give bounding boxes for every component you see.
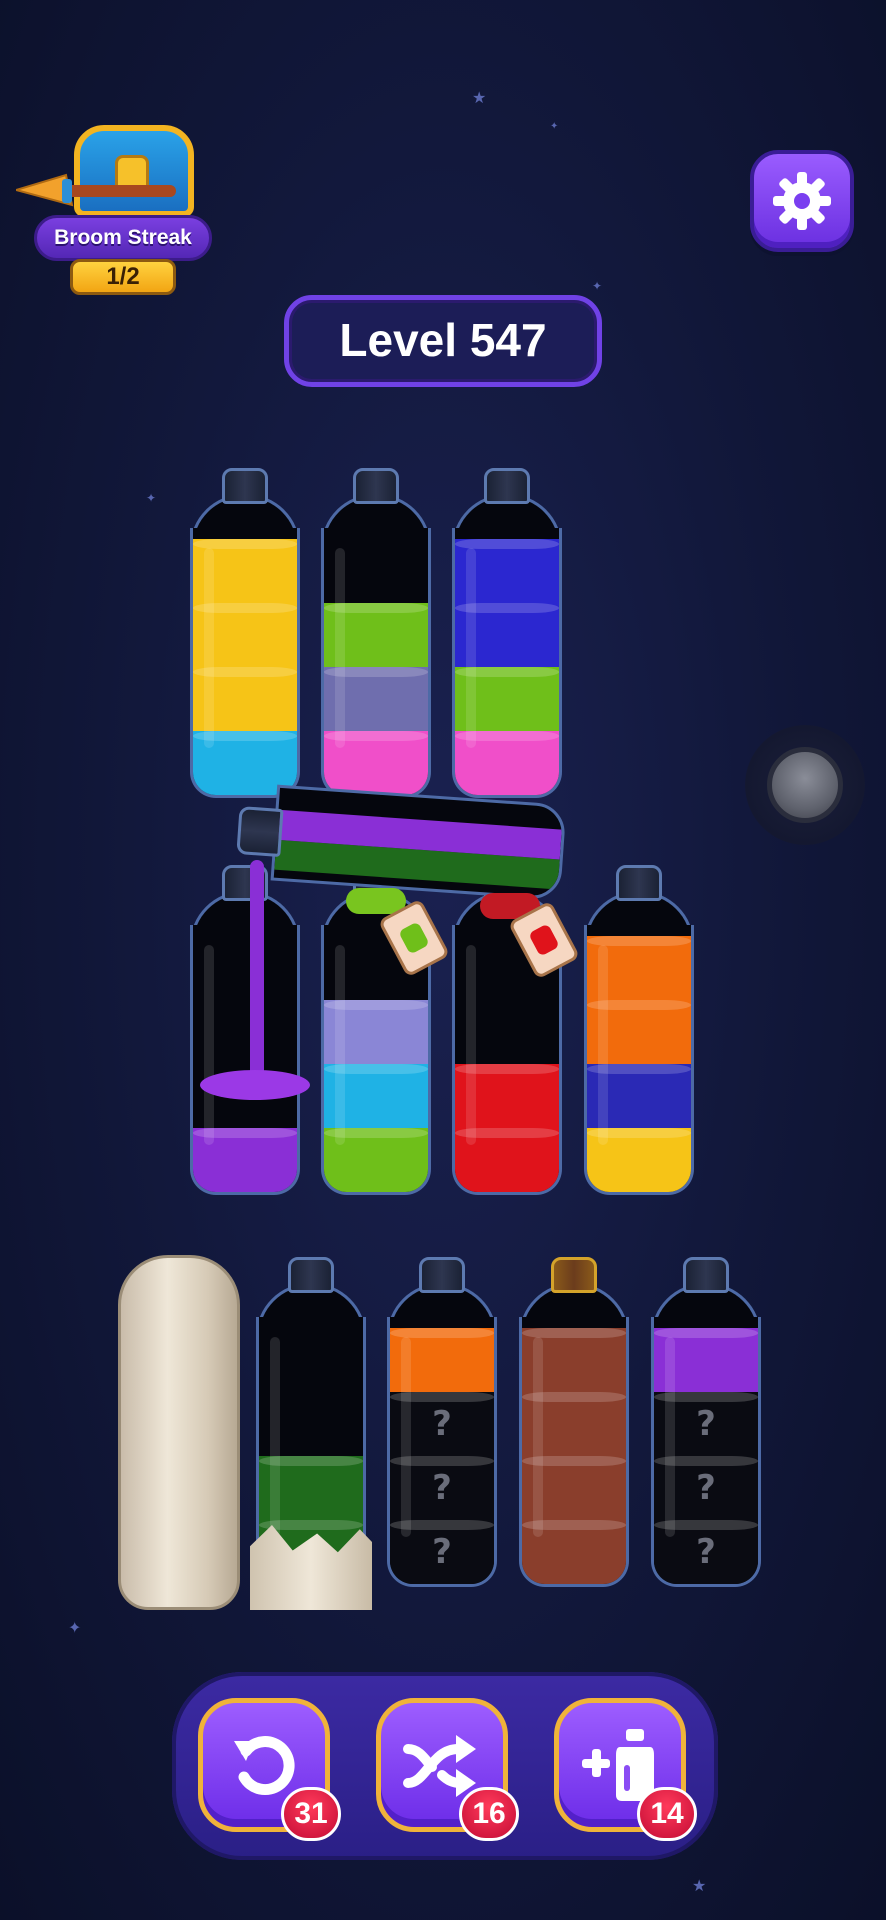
bottle-neck: [288, 1257, 334, 1293]
pour-stream: [250, 860, 264, 1100]
gear-icon: [773, 172, 831, 230]
star-decoration: ✦: [146, 491, 157, 505]
stone-locked-bottle[interactable]: [118, 1255, 240, 1610]
booster-toolbar: 31 16 14: [172, 1672, 718, 1860]
add-bottle-button[interactable]: 14: [554, 1698, 697, 1841]
shuffle-button[interactable]: 16: [376, 1698, 519, 1841]
broom-streak-widget[interactable]: Broom Streak 1/2: [12, 115, 212, 300]
undo-count-badge: 31: [281, 1787, 341, 1841]
add-bottle-count-badge: 14: [637, 1787, 697, 1841]
stone-crumble-base: [250, 1525, 372, 1610]
star-decoration: ★: [472, 88, 487, 107]
level-title: Level 547: [284, 295, 602, 387]
bottle-row3-4[interactable]: [519, 1257, 629, 1592]
star-decoration: ✦: [592, 279, 603, 293]
bottle-neck: [551, 1257, 597, 1293]
bottle-neck: [419, 1257, 465, 1293]
bottle-neck: [616, 865, 662, 901]
bottle-row3-3[interactable]: ???: [387, 1257, 497, 1592]
broom-icon: [16, 173, 176, 207]
bottle-row1-3[interactable]: [452, 468, 562, 803]
bottle-row1-1[interactable]: [190, 468, 300, 803]
bottle-row3-5[interactable]: ???: [651, 1257, 761, 1592]
pour-splash: [200, 1070, 310, 1100]
star-decoration: ★: [692, 1876, 707, 1895]
undo-button[interactable]: 31: [198, 1698, 341, 1841]
bottle-neck: [222, 468, 268, 504]
bottle-row1-2[interactable]: [321, 468, 431, 803]
star-decoration: ✦: [550, 121, 559, 132]
shuffle-count-badge: 16: [459, 1787, 519, 1841]
streak-label: Broom Streak: [34, 215, 212, 261]
bottle-row2-1[interactable]: [190, 865, 300, 1200]
bottle-neck: [683, 1257, 729, 1293]
floating-assist-button[interactable]: [745, 725, 865, 845]
star-decoration: ✦: [68, 1618, 82, 1637]
bottle-neck: [484, 468, 530, 504]
bottle-row2-4[interactable]: [584, 865, 694, 1200]
settings-button[interactable]: [750, 150, 854, 252]
bottle-neck: [353, 468, 399, 504]
streak-count: 1/2: [70, 259, 176, 295]
